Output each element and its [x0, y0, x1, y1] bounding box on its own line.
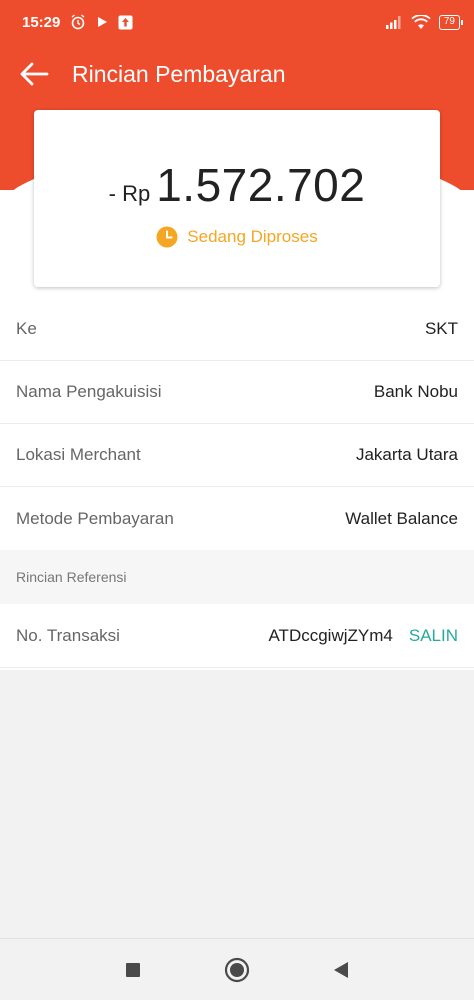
detail-value: SKT: [424, 319, 458, 338]
alarm-icon: [70, 14, 86, 30]
back-triangle-icon[interactable]: [326, 955, 356, 985]
details-list: Ke SKT Nama Pengakuisisi Bank Nobu Lokas…: [0, 298, 474, 668]
page-title: Rincian Pembayaran: [72, 60, 286, 87]
amount-value: 1.572.702: [156, 159, 366, 211]
payment-status-text: Sedang Diproses: [187, 227, 318, 246]
amount-card: - Rp 1.572.702 Sedang Diproses: [34, 110, 440, 287]
detail-row-recipient: Ke SKT: [0, 298, 474, 361]
amount-prefix: - Rp: [108, 181, 151, 206]
wifi-icon: [411, 14, 431, 30]
battery-icon: 79: [438, 14, 464, 30]
recents-square-icon[interactable]: [118, 955, 148, 985]
detail-label: Lokasi Merchant: [16, 445, 141, 464]
clock-icon: [156, 226, 178, 248]
detail-value: Wallet Balance: [345, 508, 458, 528]
amount-row: - Rp 1.572.702: [109, 158, 366, 212]
play-icon: [96, 16, 108, 28]
system-nav-bar: [0, 938, 474, 1000]
copy-button[interactable]: SALIN: [409, 626, 458, 646]
status-time: 15:29: [22, 13, 61, 31]
detail-label: Metode Pembayaran: [16, 508, 174, 528]
detail-row-merchant-location: Lokasi Merchant Jakarta Utara: [0, 424, 474, 487]
transaction-number: ATDccgiwjZYm4: [268, 625, 393, 645]
detail-row-acquirer: Nama Pengakuisisi Bank Nobu: [0, 361, 474, 424]
signal-icon: [385, 15, 403, 29]
detail-label: No. Transaksi: [16, 625, 120, 645]
detail-row-payment-method: Metode Pembayaran Wallet Balance: [0, 487, 474, 550]
home-circle-icon[interactable]: [222, 955, 252, 985]
detail-row-transaction-number: No. Transaksi ATDccgiwjZYm4 SALIN: [0, 604, 474, 668]
payment-status: Sedang Diproses: [156, 226, 318, 248]
upload-icon: [118, 15, 133, 30]
detail-value: Jakarta Utara: [355, 445, 458, 464]
detail-label: Ke: [16, 319, 37, 338]
top-app-bar: Rincian Pembayaran: [0, 44, 474, 104]
detail-value: Bank Nobu: [373, 382, 458, 401]
status-bar: 15:29 79: [0, 0, 474, 44]
detail-label: Nama Pengakuisisi: [16, 382, 162, 401]
reference-section-title: Rincian Referensi: [0, 550, 474, 604]
back-arrow-icon[interactable]: [16, 56, 52, 92]
